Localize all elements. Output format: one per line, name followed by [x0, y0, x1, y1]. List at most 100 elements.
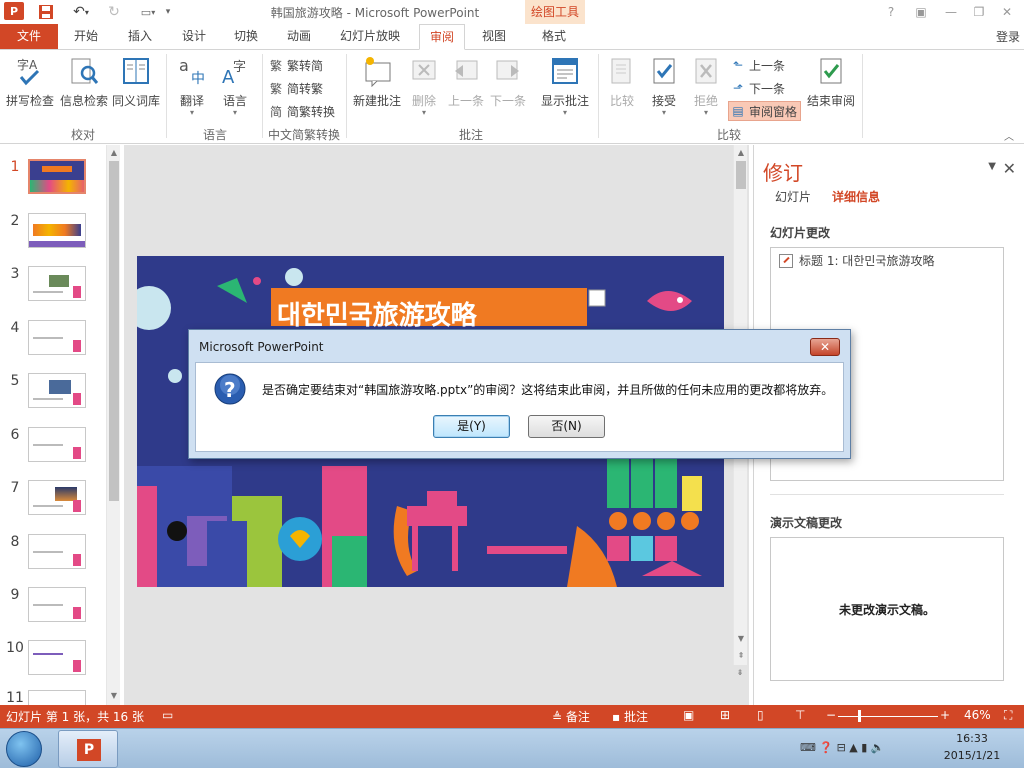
compare-button[interactable]: 比较: [604, 54, 640, 109]
scroll-up-icon[interactable]: ▲: [108, 147, 120, 159]
thumbnail-image: [28, 373, 86, 408]
undo-icon[interactable]: ↶ ▾: [66, 2, 96, 22]
thumbnail-1[interactable]: 1: [0, 159, 105, 199]
powerpoint-logo-icon[interactable]: P: [4, 2, 24, 20]
spell-status-icon[interactable]: ▭: [162, 708, 173, 722]
zoom-slider-thumb[interactable]: [858, 710, 861, 722]
start-from-beginning-icon[interactable]: ▭ ▾: [134, 2, 162, 22]
chinese-conversion-button[interactable]: 简简繁转换: [268, 101, 335, 121]
scroll-up-icon[interactable]: ▲: [735, 147, 747, 159]
translate-button[interactable]: a中 翻译 ▾: [172, 54, 212, 117]
tab-animations[interactable]: 动画: [281, 24, 317, 50]
accept-button[interactable]: 接受 ▾: [646, 54, 682, 117]
tab-slides-changes[interactable]: 幻灯片: [775, 188, 811, 205]
svg-text:대한민국旅游攻略: 대한민국旅游攻略: [277, 300, 478, 331]
thumbnail-11[interactable]: 11: [0, 690, 105, 705]
thumbnail-3[interactable]: 3: [0, 266, 105, 306]
no-button[interactable]: 否(N): [528, 415, 605, 438]
scroll-thumb[interactable]: [109, 161, 119, 501]
clock-date[interactable]: 2015/1/21: [940, 749, 1004, 762]
tab-design[interactable]: 设计: [176, 24, 212, 50]
thumbnail-6[interactable]: 6: [0, 427, 105, 467]
tab-transitions[interactable]: 切换: [228, 24, 264, 50]
redo-icon[interactable]: ↻: [104, 2, 124, 22]
reviewing-pane-button[interactable]: ▤ 审阅窗格: [728, 101, 802, 121]
notes-button[interactable]: ≜ 备注: [552, 708, 590, 725]
thesaurus-button[interactable]: 同义词库: [110, 54, 162, 109]
tab-home[interactable]: 开始: [68, 24, 104, 50]
close-window-icon[interactable]: ✕: [996, 2, 1018, 22]
previous-change-button[interactable]: ⬑ 上一条: [730, 55, 785, 75]
comments-button[interactable]: ▪ 批注: [612, 708, 648, 725]
new-comment-icon: [361, 54, 393, 88]
thumbnail-9[interactable]: 9: [0, 587, 105, 627]
fit-to-window-icon[interactable]: ⛶: [1004, 708, 1012, 723]
tab-format[interactable]: 格式: [536, 24, 572, 50]
zoom-slider[interactable]: [838, 716, 938, 717]
minimize-icon[interactable]: —: [940, 2, 962, 22]
delete-comment-button[interactable]: 删除 ▾: [406, 54, 442, 117]
start-button-icon[interactable]: [6, 731, 42, 767]
thumbnail-8[interactable]: 8: [0, 534, 105, 574]
show-comments-button[interactable]: 显示批注 ▾: [538, 54, 592, 117]
save-icon[interactable]: [36, 2, 56, 22]
previous-slide-icon[interactable]: ⇞: [735, 650, 747, 662]
tab-view[interactable]: 视图: [476, 24, 512, 50]
slideshow-icon[interactable]: ⊤: [795, 708, 805, 722]
thumbnail-7[interactable]: 7: [0, 480, 105, 520]
help-icon[interactable]: ?: [880, 2, 902, 22]
new-comment-button[interactable]: 新建批注: [350, 54, 404, 109]
clock-time[interactable]: 16:33: [940, 732, 1004, 745]
thumbnail-2[interactable]: 2: [0, 213, 105, 253]
previous-comment-button[interactable]: 上一条: [446, 54, 486, 109]
thumbnail-scrollbar[interactable]: ▲ ▼: [106, 145, 120, 705]
ribbon-display-options-icon[interactable]: ▣: [910, 2, 932, 22]
restore-icon[interactable]: ❐: [968, 2, 990, 22]
tab-review[interactable]: 审阅: [419, 24, 465, 50]
next-change-button[interactable]: ⬏ 下一条: [730, 78, 785, 98]
slide-change-item[interactable]: 标题 1: 대한민국旅游攻略: [779, 252, 934, 269]
login-link[interactable]: 登录: [996, 28, 1020, 45]
tab-insert[interactable]: 插入: [122, 24, 158, 50]
spell-check-button[interactable]: 字A 拼写检查: [4, 54, 56, 109]
compare-group-label: 比较: [716, 128, 741, 142]
scroll-down-icon[interactable]: ▼: [735, 633, 747, 645]
slide-sorter-icon[interactable]: ⊞: [720, 708, 730, 722]
thumbnail-5[interactable]: 5: [0, 373, 105, 413]
simplified-to-traditional-button[interactable]: 繁简转繁: [268, 78, 323, 98]
pane-options-icon[interactable]: ▼: [988, 161, 996, 172]
translate-icon: a中: [176, 54, 208, 88]
customize-qat-icon[interactable]: ▾: [162, 2, 174, 22]
language-button[interactable]: A字 语言 ▾: [214, 54, 256, 117]
collapse-ribbon-icon[interactable]: ︿: [1004, 128, 1014, 143]
powerpoint-icon: P: [77, 739, 101, 761]
taskbar-powerpoint-button[interactable]: P: [58, 730, 118, 768]
dialog-close-icon[interactable]: ✕: [810, 338, 840, 356]
zoom-out-icon[interactable]: −: [826, 708, 836, 722]
scroll-thumb[interactable]: [736, 161, 746, 189]
zoom-in-icon[interactable]: +: [940, 708, 950, 722]
close-pane-icon[interactable]: ✕: [1003, 159, 1016, 178]
reject-button[interactable]: 拒绝 ▾: [688, 54, 724, 117]
next-comment-button[interactable]: 下一条: [488, 54, 528, 109]
traditional-to-simplified-button[interactable]: 繁繁转简: [268, 55, 323, 75]
thumbnail-4[interactable]: 4: [0, 320, 105, 360]
reading-view-icon[interactable]: ▯: [757, 708, 764, 722]
tab-details[interactable]: 详细信息: [832, 188, 880, 205]
compare-icon: [606, 54, 638, 88]
system-tray-icons[interactable]: ⌨ ❓ ⊟ ▲ ▮ 🔈: [800, 741, 884, 754]
thumbnail-10[interactable]: 10: [0, 640, 105, 680]
end-review-dialog: Microsoft PowerPoint ✕ ? 是否确定要结束对“韩国旅游攻略…: [188, 329, 851, 459]
slide-counter[interactable]: 幻灯片 第 1 张，共 16 张: [6, 708, 144, 725]
delete-comment-icon: [408, 54, 440, 88]
research-button[interactable]: 信息检索: [58, 54, 110, 109]
yes-button[interactable]: 是(Y): [433, 415, 510, 438]
tab-slideshow[interactable]: 幻灯片放映: [334, 24, 406, 50]
scroll-down-icon[interactable]: ▼: [108, 690, 120, 702]
end-review-button[interactable]: 结束审阅: [804, 54, 858, 109]
zoom-level[interactable]: 46%: [964, 708, 991, 722]
tab-file[interactable]: 文件: [0, 24, 58, 50]
next-slide-icon[interactable]: ⇟: [734, 667, 746, 679]
normal-view-icon[interactable]: ▣: [683, 708, 694, 722]
svg-text:字: 字: [233, 60, 246, 75]
